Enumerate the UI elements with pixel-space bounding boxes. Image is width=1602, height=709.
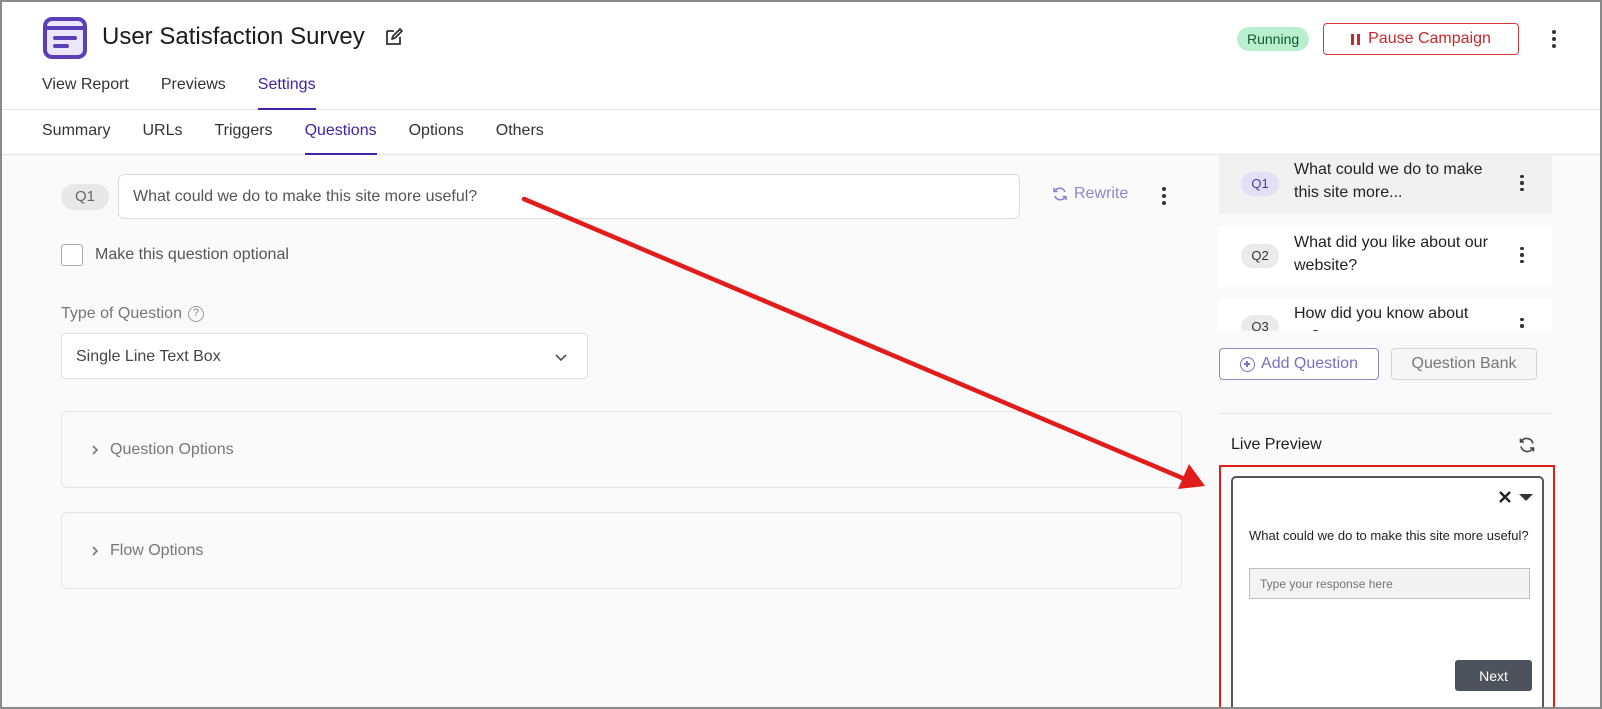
survey-logo-icon: [43, 17, 87, 59]
question-list-item[interactable]: Q2 What did you like about our website?: [1219, 227, 1552, 287]
subtab-urls[interactable]: URLs: [142, 122, 182, 155]
refresh-icon[interactable]: [1518, 436, 1536, 454]
subtab-triggers[interactable]: Triggers: [214, 122, 272, 155]
more-menu-icon[interactable]: [1546, 28, 1562, 50]
question-list: Q1 What could we do to make this site mo…: [2, 155, 1600, 331]
preview-question-text: What could we do to make this site more …: [1249, 528, 1529, 543]
question-list-text: What did you like about our website?: [1294, 234, 1488, 274]
subtab-summary[interactable]: Summary: [42, 122, 110, 155]
status-badge: Running: [1237, 27, 1310, 51]
live-preview-title: Live Preview: [1231, 436, 1322, 453]
tab-previews[interactable]: Previews: [161, 76, 226, 110]
divider: [1219, 413, 1552, 414]
tab-settings[interactable]: Settings: [257, 76, 316, 110]
chevron-right-icon: [92, 546, 99, 556]
question-list-badge: Q3: [1241, 315, 1279, 331]
close-icon[interactable]: [1498, 490, 1512, 504]
top-tabs: View Report Previews Settings: [42, 76, 316, 110]
edit-pencil-icon[interactable]: [384, 27, 404, 47]
caret-down-icon[interactable]: [1519, 494, 1533, 501]
sub-tabs-bar: Summary URLs Triggers Questions Options …: [2, 110, 1600, 155]
question-list-item[interactable]: Q1 What could we do to make this site mo…: [1219, 155, 1552, 214]
plus-circle-icon: [1240, 356, 1256, 372]
pause-campaign-label: Pause Campaign: [1368, 30, 1491, 47]
add-question-label: Add Question: [1261, 355, 1358, 372]
question-type-select[interactable]: Single Line Text Box: [61, 333, 588, 379]
pause-icon: [1351, 33, 1361, 45]
page-title: User Satisfaction Survey: [102, 23, 365, 50]
survey-preview-widget: What could we do to make this site more …: [1231, 476, 1544, 707]
question-list-more-icon[interactable]: [1517, 173, 1527, 193]
page-header: User Satisfaction Survey Running Pause C…: [2, 2, 1600, 110]
preview-response-input[interactable]: [1249, 568, 1530, 599]
question-type-value: Single Line Text Box: [76, 348, 221, 365]
question-list-badge: Q1: [1241, 172, 1279, 196]
question-list-text: What could we do to make this site more.…: [1294, 161, 1483, 201]
app-window: User Satisfaction Survey Running Pause C…: [0, 0, 1602, 709]
question-options-label: Question Options: [110, 441, 234, 458]
sub-tabs: Summary URLs Triggers Questions Options …: [42, 122, 544, 155]
chevron-right-icon: [92, 445, 99, 455]
flow-options-label: Flow Options: [110, 542, 204, 559]
subtab-questions[interactable]: Questions: [304, 122, 377, 155]
question-list-more-icon[interactable]: [1517, 245, 1527, 265]
subtab-options[interactable]: Options: [409, 122, 464, 155]
flow-options-panel[interactable]: Flow Options: [61, 512, 1182, 589]
question-list-text: How did you know about us?: [1294, 305, 1469, 331]
question-options-header[interactable]: Question Options: [90, 441, 234, 459]
pause-campaign-button[interactable]: Pause Campaign: [1323, 23, 1519, 55]
question-bank-button[interactable]: Question Bank: [1391, 348, 1537, 380]
question-list-more-icon[interactable]: [1517, 316, 1527, 331]
tab-view-report[interactable]: View Report: [42, 76, 129, 110]
next-button[interactable]: Next: [1455, 660, 1532, 691]
subtab-others[interactable]: Others: [496, 122, 544, 155]
chevron-down-icon: [555, 354, 567, 362]
question-options-panel[interactable]: Question Options: [61, 411, 1182, 488]
add-question-button[interactable]: Add Question: [1219, 348, 1379, 380]
question-list-item[interactable]: Q3 How did you know about us?: [1219, 298, 1552, 331]
flow-options-header[interactable]: Flow Options: [90, 542, 203, 560]
question-list-badge: Q2: [1241, 244, 1279, 268]
